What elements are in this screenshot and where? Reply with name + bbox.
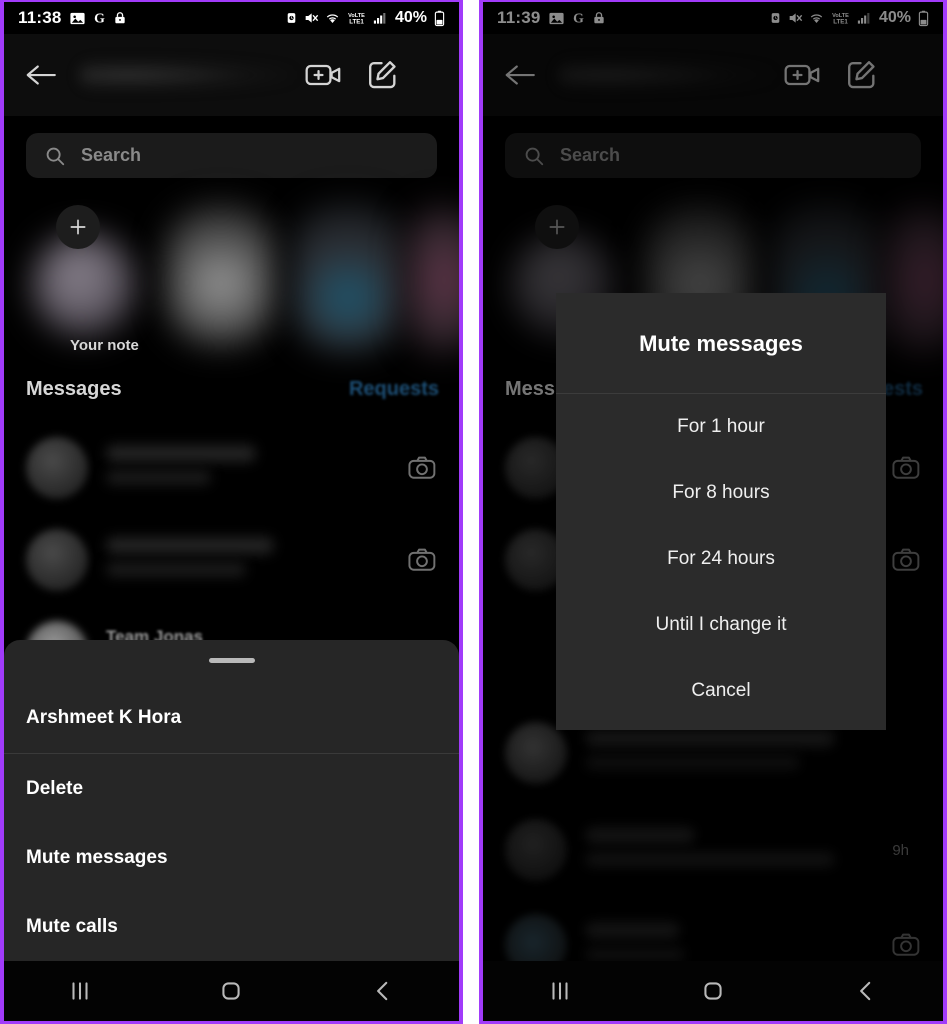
bottom-sheet-menu: Arshmeet K Hora Delete Mute messages Mut… — [4, 640, 459, 961]
dialog-title: Mute messages — [639, 331, 803, 356]
messages-heading: Messages — [26, 377, 122, 400]
sheet-title: Arshmeet K Hora — [26, 707, 182, 728]
app-header-left — [4, 34, 459, 116]
dialog-option-until-i-change-it[interactable]: Until I change it — [556, 592, 886, 658]
header-title-redacted — [80, 60, 295, 90]
home-button[interactable] — [196, 967, 266, 1015]
battery-icon — [434, 10, 445, 26]
battery-percent: 40% — [394, 9, 427, 26]
menu-item-mute-calls[interactable]: Mute calls — [4, 892, 459, 961]
status-right-icons: VoLTE LTE1 40% — [285, 9, 445, 27]
dialog-option-cancel[interactable]: Cancel — [556, 658, 886, 724]
table-row[interactable] — [4, 514, 459, 606]
svg-text:LTE1: LTE1 — [349, 19, 364, 26]
home-button[interactable] — [678, 967, 748, 1015]
search-bar[interactable]: Search — [26, 133, 437, 178]
section-headers: Messages Requests — [26, 374, 439, 404]
conversation-name-redacted — [106, 445, 256, 462]
conversation-text — [106, 439, 407, 497]
mute-icon — [305, 13, 319, 23]
signal-icon — [373, 13, 386, 24]
google-icon: G — [94, 10, 105, 25]
lock-icon — [114, 12, 125, 24]
requests-link[interactable]: Requests — [349, 378, 439, 401]
avatar-blur — [292, 203, 404, 351]
conversation-preview-redacted — [106, 562, 246, 577]
mute-messages-dialog: Mute messages For 1 hour For 8 hours For… — [556, 293, 886, 730]
search-icon — [46, 147, 65, 165]
dialog-option-for-24-hours[interactable]: For 24 hours — [556, 526, 886, 592]
search-placeholder: Search — [81, 145, 142, 165]
avatar-blur — [406, 205, 459, 355]
back-chevron-icon — [860, 981, 871, 1001]
status-clock: 11:38 — [18, 8, 62, 27]
status-left-icons: G — [69, 10, 127, 27]
volte-lte-icon: VoLTELTE1 — [348, 13, 365, 26]
table-row[interactable] — [4, 422, 459, 514]
phone-screenshot-left: 11:38 G VoLTE LTE1 40% Search Your note … — [0, 0, 463, 1024]
header-actions — [305, 60, 399, 90]
conversation-preview-redacted — [106, 470, 211, 485]
phone-screenshot-right: 11:39 G VoLTE LTE1 40% Search Mess uests… — [479, 0, 947, 1024]
conversation-text — [106, 531, 407, 589]
avatar-blur — [32, 233, 136, 337]
phone-screen-left: 11:38 G VoLTE LTE1 40% Search Your note … — [4, 2, 459, 1021]
wifi-icon — [326, 14, 339, 23]
back-chevron-icon — [377, 981, 388, 1001]
conversation-name-redacted — [106, 537, 274, 554]
system-nav-bar-right — [483, 961, 943, 1021]
back-arrow-icon[interactable] — [24, 60, 58, 90]
video-call-add-icon[interactable] — [305, 60, 343, 90]
svg-text:G: G — [94, 10, 105, 25]
add-note-button[interactable] — [56, 205, 100, 249]
camera-icon[interactable] — [407, 455, 437, 481]
recents-button[interactable] — [45, 967, 115, 1015]
compose-message-icon[interactable] — [367, 60, 399, 90]
menu-item-delete[interactable]: Delete — [4, 754, 459, 823]
screenshot-root: 11:38 G VoLTE LTE1 40% Search Your note … — [0, 0, 947, 1024]
dialog-option-for-1-hour[interactable]: For 1 hour — [556, 394, 886, 460]
dialog-option-for-8-hours[interactable]: For 8 hours — [556, 460, 886, 526]
svg-text:VoLTE: VoLTE — [348, 13, 365, 19]
phone-screen-right: 11:39 G VoLTE LTE1 40% Search Mess uests… — [483, 2, 943, 1021]
notes-row: Your note — [4, 195, 459, 365]
home-icon — [704, 982, 722, 1000]
avatar-blur — [166, 205, 276, 345]
recents-icon — [72, 982, 88, 1000]
your-note-label: Your note — [70, 337, 139, 354]
recents-button[interactable] — [525, 967, 595, 1015]
recents-icon — [552, 982, 568, 1000]
home-icon — [222, 982, 241, 1000]
avatar — [26, 529, 88, 591]
status-bar-left: 11:38 G VoLTE LTE1 40% — [4, 2, 459, 34]
camera-icon[interactable] — [407, 547, 437, 573]
image-icon — [69, 12, 85, 24]
plus-icon — [70, 219, 86, 235]
avatar — [26, 437, 88, 499]
system-nav-bar-left — [4, 961, 459, 1021]
menu-item-mute-messages[interactable]: Mute messages — [4, 823, 459, 892]
back-button[interactable] — [831, 967, 901, 1015]
back-button[interactable] — [348, 967, 418, 1015]
alarm-icon — [287, 13, 296, 23]
